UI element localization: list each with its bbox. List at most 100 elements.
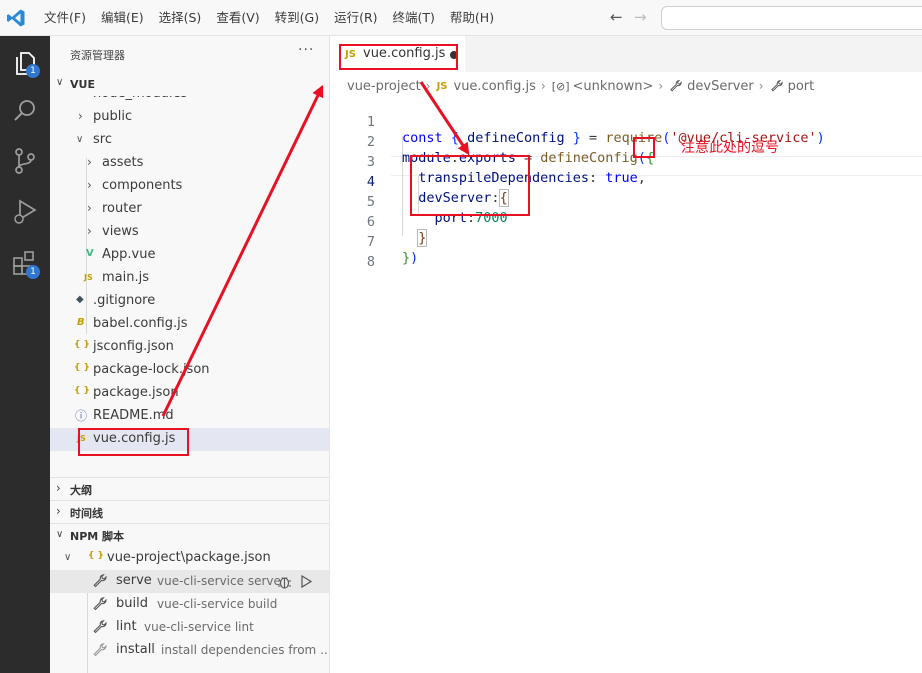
menu-file[interactable]: 文件(F) xyxy=(38,0,92,36)
wrench-icon xyxy=(93,620,107,634)
chevron-right-icon: › xyxy=(78,96,83,100)
code-line-2[interactable]: 2 module.exports = defineConfig({ xyxy=(331,116,922,166)
tree-item-readme[interactable]: ⓘ README.md xyxy=(50,405,329,428)
source-control-icon[interactable] xyxy=(10,146,40,176)
chevron-right-icon: › xyxy=(87,178,92,192)
chevron-right-icon: › xyxy=(87,224,92,238)
vue-file-icon: V xyxy=(86,248,94,259)
breadcrumb-symbol[interactable]: <unknown> xyxy=(573,79,654,94)
outline-section-header[interactable]: › 大纲 xyxy=(50,477,329,499)
tree-item-node-modules[interactable]: › node_modules xyxy=(50,96,329,106)
npm-script-lint[interactable]: lint vue-cli-service lint xyxy=(50,616,329,639)
editor-area: JS vue.config.js vue-project › JS vue.co… xyxy=(331,36,922,673)
json-file-icon: { } xyxy=(74,386,90,396)
annotation-note: 注意此处的逗号 xyxy=(681,140,779,156)
info-icon: ⓘ xyxy=(75,409,88,423)
breadcrumb-port[interactable]: port xyxy=(788,79,815,94)
tree-item-public[interactable]: › public xyxy=(50,106,329,129)
menu-go[interactable]: 转到(G) xyxy=(269,0,325,36)
title-bar: 文件(F) 编辑(E) 选择(S) 查看(V) 转到(G) 运行(R) 终端(T… xyxy=(0,0,922,36)
code-line-1[interactable]: 1 const { defineConfig } = require('@vue… xyxy=(331,96,922,146)
menu-view[interactable]: 查看(V) xyxy=(210,0,265,36)
tree-item-src[interactable]: ∨ src xyxy=(50,129,329,152)
menu-run[interactable]: 运行(R) xyxy=(328,0,383,36)
explorer-badge: 1 xyxy=(26,64,40,78)
extensions-badge: 1 xyxy=(26,265,40,279)
breadcrumb-separator-icon: › xyxy=(658,79,664,93)
npm-scripts-section-header[interactable]: ∨ NPM 脚本 xyxy=(50,523,329,545)
breadcrumb-separator-icon: › xyxy=(540,79,546,93)
tree-item-views[interactable]: › views xyxy=(50,221,329,244)
property-wrench-icon xyxy=(670,80,682,92)
forward-arrow-icon[interactable]: → xyxy=(634,8,647,26)
tree-item-app-vue[interactable]: V App.vue xyxy=(50,244,329,267)
folder-label: VUE xyxy=(70,78,95,91)
tree-item-components[interactable]: › components xyxy=(50,175,329,198)
js-file-icon: JS xyxy=(84,273,93,282)
command-center-search[interactable] xyxy=(661,6,922,30)
chevron-right-icon: › xyxy=(56,504,61,518)
tree-item-router[interactable]: › router xyxy=(50,198,329,221)
property-wrench-icon xyxy=(770,80,783,92)
variable-symbol-icon: [⊘] xyxy=(551,79,570,93)
comma-highlight-box xyxy=(633,137,655,158)
tree-item-main-js[interactable]: JS main.js xyxy=(50,267,329,290)
wrench-icon xyxy=(93,574,107,588)
timeline-section-header[interactable]: › 时间线 xyxy=(50,500,329,522)
npm-script-install[interactable]: install install dependencies from ... xyxy=(50,639,329,662)
chevron-down-icon: ∨ xyxy=(64,552,72,563)
breadcrumb: vue-project › JS vue.config.js › [⊘] <un… xyxy=(347,76,814,96)
menu-edit[interactable]: 编辑(E) xyxy=(95,0,150,36)
folder-header-vue[interactable]: ∨ VUE xyxy=(50,74,329,96)
json-file-icon: { } xyxy=(74,363,90,373)
chevron-down-icon: ∨ xyxy=(76,134,84,145)
breadcrumb-folder[interactable]: vue-project xyxy=(347,79,421,94)
tab-highlight-box xyxy=(339,44,458,70)
run-script-icon[interactable] xyxy=(299,574,313,589)
babel-file-icon: B xyxy=(77,317,85,328)
breadcrumb-devserver[interactable]: devServer xyxy=(687,79,754,94)
tree-item-package-lock[interactable]: { } package-lock.json xyxy=(50,359,329,382)
npm-script-serve[interactable]: serve vue-cli-service serve xyxy=(50,570,329,593)
breadcrumb-separator-icon: › xyxy=(758,79,764,93)
chevron-right-icon: › xyxy=(78,109,83,123)
npm-package-item[interactable]: ∨ { } vue-project\package.json xyxy=(50,547,329,570)
tree-item-assets[interactable]: › assets xyxy=(50,152,329,175)
code-line-7[interactable]: 7 }) xyxy=(331,216,922,266)
file-tree: › node_modules › public ∨ src › assets ›… xyxy=(50,96,329,456)
back-arrow-icon[interactable]: ← xyxy=(610,8,623,26)
search-icon[interactable] xyxy=(10,96,40,126)
json-file-icon: { } xyxy=(74,340,90,350)
run-and-debug-icon[interactable] xyxy=(10,196,40,226)
chevron-right-icon: › xyxy=(87,201,92,215)
tree-item-babel-config[interactable]: B babel.config.js xyxy=(50,313,329,336)
json-file-icon: { } xyxy=(88,551,104,561)
tree-item-jsconfig[interactable]: { } jsconfig.json xyxy=(50,336,329,359)
explorer-sidebar: 资源管理器 ··· ∨ VUE › node_modules › public … xyxy=(50,36,330,673)
more-actions-icon[interactable]: ··· xyxy=(298,42,314,58)
code-line-8[interactable]: 8 xyxy=(331,236,922,270)
chevron-right-icon: › xyxy=(56,481,61,495)
activity-bar: 1 1 xyxy=(0,36,50,673)
chevron-down-icon: ∨ xyxy=(56,529,64,540)
tree-item-gitignore[interactable]: ◆ .gitignore xyxy=(50,290,329,313)
debug-script-icon[interactable] xyxy=(276,573,293,590)
npm-script-build[interactable]: build vue-cli-service build xyxy=(50,593,329,616)
menu-terminal[interactable]: 终端(T) xyxy=(387,0,441,36)
menu-bar: 文件(F) 编辑(E) 选择(S) 查看(V) 转到(G) 运行(R) 终端(T… xyxy=(38,0,503,36)
breadcrumb-separator-icon: › xyxy=(425,79,431,93)
breadcrumb-file[interactable]: vue.config.js xyxy=(454,79,536,94)
file-highlight-box xyxy=(78,428,189,456)
js-file-icon: JS xyxy=(436,80,448,92)
git-file-icon: ◆ xyxy=(76,294,84,305)
menu-selection[interactable]: 选择(S) xyxy=(153,0,208,36)
tree-item-package-json[interactable]: { } package.json xyxy=(50,382,329,405)
wrench-icon xyxy=(93,597,107,611)
vscode-logo-icon xyxy=(7,9,25,27)
menu-help[interactable]: 帮助(H) xyxy=(444,0,500,36)
chevron-down-icon: ∨ xyxy=(56,77,64,88)
chevron-right-icon: › xyxy=(87,155,92,169)
code-line-3[interactable]: 3 transpileDependencies: true, xyxy=(331,136,922,186)
sidebar-title: 资源管理器 xyxy=(70,49,125,62)
devserver-highlight-box xyxy=(410,155,530,216)
